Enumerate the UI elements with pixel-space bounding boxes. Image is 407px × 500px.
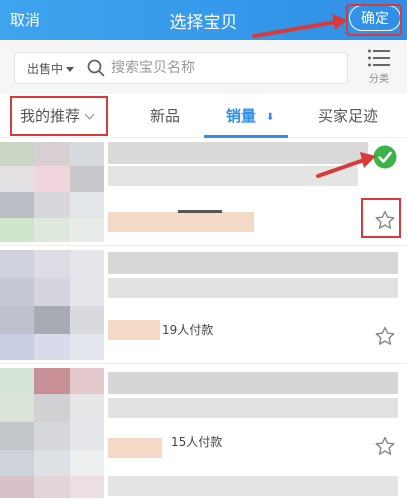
sort-tabs: 我的推荐 新品 销量 ⬇ 买家足迹 [0, 94, 407, 138]
product-list: 19人付款 15人付款 [0, 138, 407, 500]
status-select-value: 出售中 [27, 62, 64, 76]
tab-new-label: 新品 [150, 107, 181, 125]
chevron-down-icon [84, 109, 95, 120]
product-title [108, 372, 398, 394]
product-thumbnail [0, 250, 104, 360]
product-item[interactable]: 19人付款 [0, 246, 407, 364]
product-price [108, 212, 254, 232]
search-box: 出售中 [14, 52, 348, 84]
confirm-highlight-box [346, 4, 402, 36]
favorite-star-icon[interactable] [375, 326, 395, 346]
product-title [108, 252, 398, 274]
product-title-line2 [108, 398, 398, 418]
arrow-to-check-icon [316, 152, 376, 178]
search-bar: 出售中 分类 [0, 40, 407, 94]
search-input[interactable] [111, 57, 331, 79]
star-highlight-box [361, 198, 401, 238]
list-icon [368, 49, 390, 67]
tab-sales-label: 销量 [226, 107, 257, 125]
product-price-bar [178, 210, 222, 213]
tab-recommend-label: 我的推荐 [20, 107, 81, 125]
product-item[interactable]: 15人付款 [0, 364, 407, 500]
tab-buyer-footprint-label: 买家足迹 [318, 107, 379, 125]
search-icon [87, 59, 105, 77]
product-price [108, 320, 160, 340]
product-thumbnail [0, 368, 104, 498]
category-button[interactable]: 分类 [359, 46, 399, 90]
next-product-title [108, 476, 398, 496]
product-thumbnail [0, 142, 104, 242]
paid-count: 19人付款 [162, 323, 214, 337]
tab-recommend[interactable]: 我的推荐 [10, 96, 108, 136]
caret-down-icon [66, 67, 75, 72]
paid-count: 15人付款 [171, 435, 223, 449]
sort-down-icon: ⬇ [266, 112, 275, 123]
status-select[interactable]: 出售中 [27, 60, 75, 77]
arrow-to-confirm-icon [252, 14, 347, 38]
tab-buyer-footprint[interactable]: 买家足迹 [318, 94, 378, 138]
product-title-line2 [108, 278, 398, 298]
tab-new[interactable]: 新品 [150, 94, 180, 138]
tab-sales[interactable]: 销量 ⬇ [226, 94, 274, 138]
favorite-star-icon[interactable] [375, 436, 395, 456]
product-price [108, 438, 162, 458]
category-label: 分类 [369, 74, 389, 85]
